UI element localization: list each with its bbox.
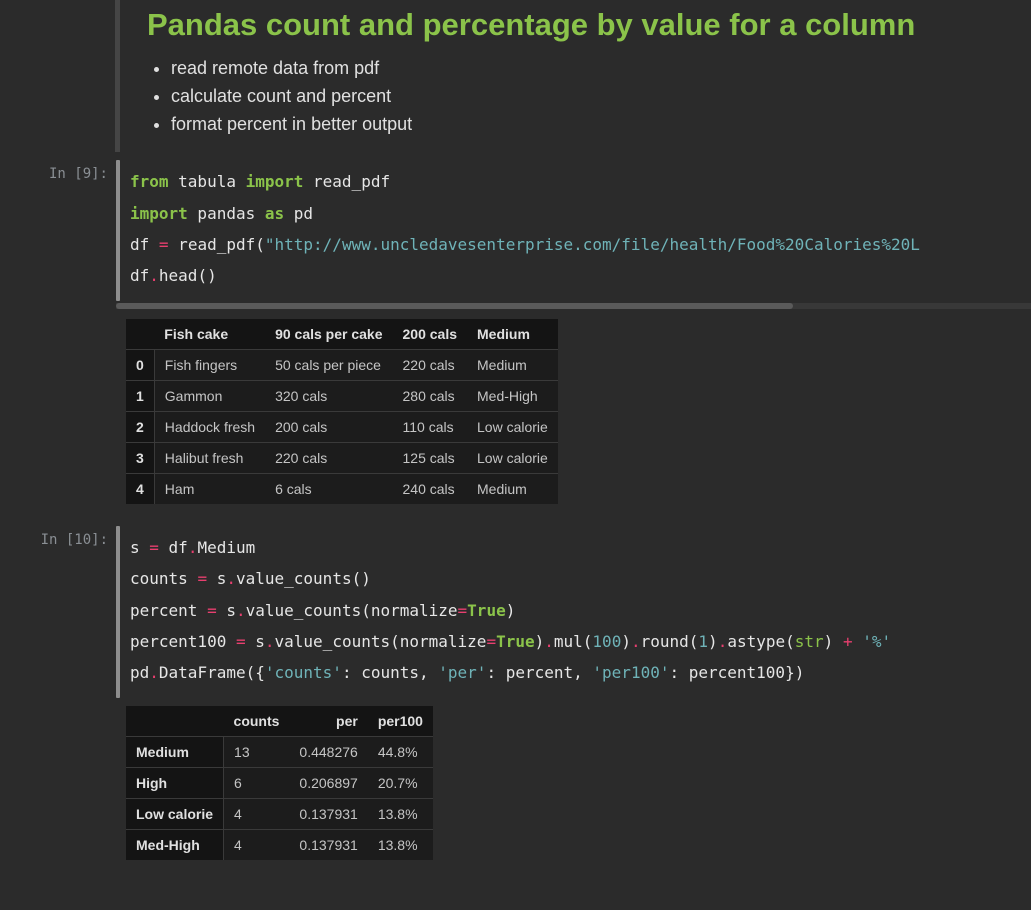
cell: Haddock fresh — [154, 412, 265, 443]
cell: Medium — [467, 350, 558, 381]
row-index: High — [126, 768, 224, 799]
cell: 280 cals — [393, 381, 468, 412]
horizontal-scrollbar[interactable] — [116, 303, 1031, 309]
cell: 44.8% — [368, 737, 433, 768]
cell: 13.8% — [368, 799, 433, 830]
table-header: 90 cals per cake — [265, 319, 392, 350]
cell: 220 cals — [265, 443, 392, 474]
cell: 240 cals — [393, 474, 468, 505]
output-area-2: counts per per100 Medium 13 0.448276 44.… — [126, 706, 1031, 860]
dataframe-table: Fish cake 90 cals per cake 200 cals Medi… — [126, 319, 558, 504]
cell: Low calorie — [467, 443, 558, 474]
code-cell-1: In [9]: from tabula import read_pdf impo… — [0, 158, 1031, 301]
scrollbar-thumb[interactable] — [116, 303, 793, 309]
cell: 0.448276 — [289, 737, 367, 768]
table-header: per — [289, 706, 367, 737]
table-header: Medium — [467, 319, 558, 350]
dataframe-table: counts per per100 Medium 13 0.448276 44.… — [126, 706, 433, 860]
row-index: 1 — [126, 381, 154, 412]
cell: Med-High — [467, 381, 558, 412]
cell: 320 cals — [265, 381, 392, 412]
cell: 6 cals — [265, 474, 392, 505]
table-row: 1 Gammon 320 cals 280 cals Med-High — [126, 381, 558, 412]
cell-prompt: In [9]: — [0, 160, 116, 182]
table-header: 200 cals — [393, 319, 468, 350]
row-index: 0 — [126, 350, 154, 381]
cell: 4 — [224, 830, 290, 861]
table-header: per100 — [368, 706, 433, 737]
table-header-row: counts per per100 — [126, 706, 433, 737]
table-header-blank — [126, 319, 154, 350]
code-input-area[interactable]: from tabula import read_pdf import panda… — [120, 160, 1031, 301]
cell: Gammon — [154, 381, 265, 412]
cell: 220 cals — [393, 350, 468, 381]
cell: 125 cals — [393, 443, 468, 474]
markdown-list: read remote data from pdf calculate coun… — [147, 55, 1031, 139]
code-cell-2: In [10]: s = df.Medium counts = s.value_… — [0, 524, 1031, 698]
table-header-row: Fish cake 90 cals per cake 200 cals Medi… — [126, 319, 558, 350]
row-index: 2 — [126, 412, 154, 443]
table-header: Fish cake — [154, 319, 265, 350]
table-row: Med-High 4 0.137931 13.8% — [126, 830, 433, 861]
cell: 6 — [224, 768, 290, 799]
table-row: 2 Haddock fresh 200 cals 110 cals Low ca… — [126, 412, 558, 443]
row-index: Low calorie — [126, 799, 224, 830]
table-row: 4 Ham 6 cals 240 cals Medium — [126, 474, 558, 505]
cell: 110 cals — [393, 412, 468, 443]
table-row: Low calorie 4 0.137931 13.8% — [126, 799, 433, 830]
cell: 20.7% — [368, 768, 433, 799]
output-area-1: Fish cake 90 cals per cake 200 cals Medi… — [126, 319, 1031, 504]
table-body: 0 Fish fingers 50 cals per piece 220 cal… — [126, 350, 558, 505]
cell-prompt: In [10]: — [0, 526, 116, 548]
cell: Fish fingers — [154, 350, 265, 381]
markdown-gutter — [115, 0, 120, 152]
cell: 13.8% — [368, 830, 433, 861]
cell: 0.206897 — [289, 768, 367, 799]
cell: Medium — [467, 474, 558, 505]
row-index: Medium — [126, 737, 224, 768]
table-body: Medium 13 0.448276 44.8% High 6 0.206897… — [126, 737, 433, 861]
table-row: Medium 13 0.448276 44.8% — [126, 737, 433, 768]
cell: Halibut fresh — [154, 443, 265, 474]
table-row: 0 Fish fingers 50 cals per piece 220 cal… — [126, 350, 558, 381]
markdown-body[interactable]: Pandas count and percentage by value for… — [127, 0, 1031, 152]
row-index: 3 — [126, 443, 154, 474]
table-header-blank — [126, 706, 224, 737]
markdown-bullet: calculate count and percent — [171, 83, 1031, 111]
table-row: High 6 0.206897 20.7% — [126, 768, 433, 799]
code-input-area[interactable]: s = df.Medium counts = s.value_counts() … — [120, 526, 1031, 698]
row-index: 4 — [126, 474, 154, 505]
markdown-cell: Pandas count and percentage by value for… — [0, 0, 1031, 152]
cell: 200 cals — [265, 412, 392, 443]
markdown-prompt-area — [0, 0, 115, 152]
cell: Low calorie — [467, 412, 558, 443]
row-index: Med-High — [126, 830, 224, 861]
table-row: 3 Halibut fresh 220 cals 125 cals Low ca… — [126, 443, 558, 474]
markdown-title: Pandas count and percentage by value for… — [147, 6, 1031, 45]
cell: Ham — [154, 474, 265, 505]
markdown-bullet: read remote data from pdf — [171, 55, 1031, 83]
cell: 0.137931 — [289, 799, 367, 830]
cell: 13 — [224, 737, 290, 768]
cell: 4 — [224, 799, 290, 830]
markdown-bullet: format percent in better output — [171, 111, 1031, 139]
cell: 0.137931 — [289, 830, 367, 861]
cell: 50 cals per piece — [265, 350, 392, 381]
table-header: counts — [224, 706, 290, 737]
